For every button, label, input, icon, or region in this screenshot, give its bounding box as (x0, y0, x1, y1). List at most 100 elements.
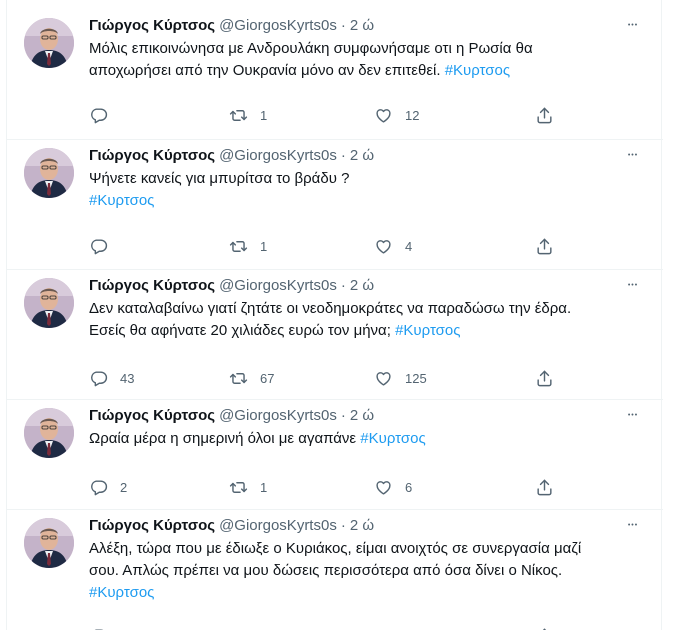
author-handle[interactable]: @GiorgosKyrts0s (219, 147, 337, 164)
timestamp[interactable]: 2 ώ (350, 147, 374, 164)
heart-icon (374, 237, 393, 256)
retweet-icon (229, 106, 248, 125)
tweet-body: Γιώργος Κύρτσος @GiorgosKyrts0s · 2 ώ ••• Ψήν… (89, 146, 653, 212)
reply-button[interactable] (89, 105, 120, 125)
heart-icon (374, 478, 393, 497)
like-count: 6 (405, 479, 413, 495)
avatar[interactable] (24, 518, 74, 568)
avatar[interactable] (24, 18, 74, 68)
tweet-text: Ωραία μέρα η σημερινή όλοι με αγαπάνε #Κ… (89, 428, 653, 450)
retweet-button[interactable]: 1 (229, 105, 267, 125)
hashtag-link[interactable]: #Κυρτσος (445, 62, 510, 79)
tweet-body: Γιώργος Κύρτσος @GiorgosKyrts0s · 2 ώ ••• Μόλ… (89, 16, 653, 82)
retweet-count: 1 (260, 479, 268, 495)
hashtag-link[interactable]: #Κυρτσος (395, 322, 460, 339)
tweet-text-segment: Δεν καταλαβαίνω γιατί ζητάτε οι νεοδημοκ… (89, 300, 572, 317)
share-icon (535, 106, 554, 125)
reply-icon (89, 106, 108, 125)
separator-dot: · (340, 147, 346, 164)
author-name[interactable]: Γιώργος Κύρτσος (89, 17, 215, 34)
retweet-button[interactable]: 1 (229, 477, 267, 497)
hashtag-link[interactable]: #Κυρτσος (89, 192, 154, 209)
tweet-text-line: #Κυρτσος (89, 582, 653, 604)
tweet-text: Ψήνετε κανείς για μπυρίτσα το βράδυ ? #Κυ… (89, 168, 653, 212)
share-button[interactable] (535, 236, 554, 256)
author-handle[interactable]: @GiorgosKyrts0s (219, 277, 337, 294)
tweet-header: Γιώργος Κύρτσος @GiorgosKyrts0s · 2 ώ (89, 406, 653, 426)
tweet-text: Δεν καταλαβαίνω γιατί ζητάτε οι νεοδημοκ… (89, 298, 653, 342)
reply-button[interactable]: 2 (89, 477, 127, 497)
tweet-actions: 43 67 125 (89, 368, 569, 388)
tweet-header: Γιώργος Κύρτσος @GiorgosKyrts0s · 2 ώ (89, 276, 653, 296)
tweet-body: Γιώργος Κύρτσος @GiorgosKyrts0s · 2 ώ ••• Αλέ… (89, 516, 653, 604)
tweet-header: Γιώργος Κύρτσος @GiorgosKyrts0s · 2 ώ (89, 146, 653, 166)
author-handle[interactable]: @GiorgosKyrts0s (219, 517, 337, 534)
share-button[interactable] (535, 477, 554, 497)
author-handle[interactable]: @GiorgosKyrts0s (219, 17, 337, 34)
tweet-text-segment: Αλέξη, τώρα που με έδιωξε ο Κυριάκος, εί… (89, 540, 582, 557)
tweet-header: Γιώργος Κύρτσος @GiorgosKyrts0s · 2 ώ (89, 16, 653, 36)
more-horizontal-icon[interactable]: ••• (621, 516, 645, 536)
tweet-text-line: Ωραία μέρα η σημερινή όλοι με αγαπάνε #Κ… (89, 428, 653, 450)
heart-icon (374, 106, 393, 125)
retweet-button[interactable]: 1 (229, 236, 267, 256)
tweet-body: Γιώργος Κύρτσος @GiorgosKyrts0s · 2 ώ ••• Δεν… (89, 276, 653, 342)
tweet-actions (89, 626, 569, 630)
author-name[interactable]: Γιώργος Κύρτσος (89, 277, 215, 294)
retweet-icon (229, 369, 248, 388)
avatar[interactable] (24, 278, 74, 328)
retweet-count: 1 (260, 238, 268, 254)
like-count: 125 (405, 370, 427, 386)
tweet-text-line: Δεν καταλαβαίνω γιατί ζητάτε οι νεοδημοκ… (89, 298, 653, 320)
avatar[interactable] (24, 408, 74, 458)
share-button[interactable] (535, 105, 554, 125)
hashtag-link[interactable]: #Κυρτσος (89, 584, 154, 601)
tweet[interactable]: Γιώργος Κύρτσος @GiorgosKyrts0s · 2 ώ ••• Αλέ… (7, 510, 663, 630)
reply-button[interactable] (89, 236, 120, 256)
like-button[interactable]: 4 (374, 236, 412, 256)
hashtag-link[interactable]: #Κυρτσος (360, 430, 425, 447)
timestamp[interactable]: 2 ώ (350, 517, 374, 534)
like-button[interactable] (374, 626, 405, 630)
tweet-text-segment: σου. Απλώς πρέπει να μου δώσεις περισσότ… (89, 562, 563, 579)
retweet-count: 67 (260, 370, 275, 386)
tweet-text-line: Ψήνετε κανείς για μπυρίτσα το βράδυ ? (89, 168, 653, 190)
reply-button[interactable] (89, 626, 120, 630)
tweet-text-segment: Ψήνετε κανείς για μπυρίτσα το βράδυ ? (89, 170, 350, 187)
retweet-button[interactable] (229, 626, 260, 630)
tweet-text-line: σου. Απλώς πρέπει να μου δώσεις περισσότ… (89, 560, 653, 582)
like-button[interactable]: 6 (374, 477, 412, 497)
timestamp[interactable]: 2 ώ (350, 407, 374, 424)
more-horizontal-icon[interactable]: ••• (621, 406, 645, 426)
reply-icon (89, 627, 108, 630)
reply-button[interactable]: 43 (89, 368, 134, 388)
reply-icon (89, 237, 108, 256)
avatar[interactable] (24, 148, 74, 198)
share-button[interactable] (535, 626, 554, 630)
timestamp[interactable]: 2 ώ (350, 277, 374, 294)
author-name[interactable]: Γιώργος Κύρτσος (89, 517, 215, 534)
timestamp[interactable]: 2 ώ (350, 17, 374, 34)
author-name[interactable]: Γιώργος Κύρτσος (89, 407, 215, 424)
more-horizontal-icon[interactable]: ••• (621, 16, 645, 36)
share-button[interactable] (535, 368, 554, 388)
like-button[interactable]: 125 (374, 368, 427, 388)
tweet-actions: 1 12 (89, 105, 569, 125)
more-horizontal-icon[interactable]: ••• (621, 146, 645, 166)
reply-icon (89, 478, 108, 497)
heart-icon (374, 369, 393, 388)
retweet-icon (229, 478, 248, 497)
author-handle[interactable]: @GiorgosKyrts0s (219, 407, 337, 424)
tweet-text: Αλέξη, τώρα που με έδιωξε ο Κυριάκος, εί… (89, 538, 653, 604)
more-horizontal-icon[interactable]: ••• (621, 276, 645, 296)
reply-count: 43 (120, 370, 135, 386)
like-button[interactable]: 12 (374, 105, 419, 125)
timeline: Γιώργος Κύρτσος @GiorgosKyrts0s · 2 ώ ••• Μόλ… (6, 0, 663, 630)
tweet-text-line: Εσείς θα αφήνατε 20 χιλιάδες ευρώ τον μή… (89, 320, 653, 342)
like-count: 4 (405, 238, 413, 254)
like-count: 12 (405, 107, 420, 123)
retweet-button[interactable]: 67 (229, 368, 274, 388)
tweet-text-line: Μόλις επικοινώνησα με Ανδρουλάκη συμφωνή… (89, 38, 653, 60)
author-name[interactable]: Γιώργος Κύρτσος (89, 147, 215, 164)
reply-count: 2 (120, 479, 128, 495)
